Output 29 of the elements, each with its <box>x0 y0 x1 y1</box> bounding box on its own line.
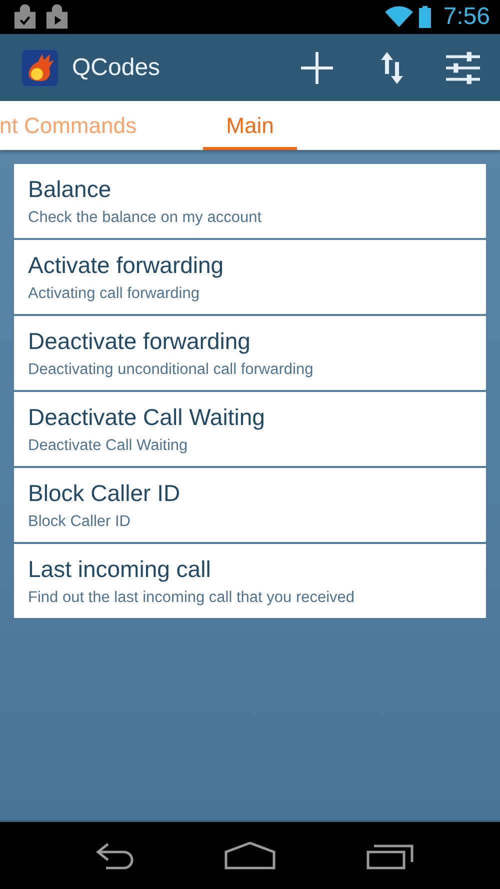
command-title: Deactivate Call Waiting <box>28 404 266 430</box>
command-title: Last incoming call <box>28 556 212 582</box>
play-store-icon <box>44 4 70 30</box>
command-description: Activating call forwarding <box>28 284 200 302</box>
command-item[interactable]: Last incoming call Find out the last incoming call that you received <box>14 544 486 618</box>
fireball-icon[interactable] <box>22 50 58 86</box>
command-description: Check the balance on my account <box>28 208 262 226</box>
app-title: QCodes <box>72 54 160 82</box>
sort-arrows-icon[interactable] <box>380 50 404 84</box>
clock-time: 7:56 <box>443 3 490 31</box>
command-description: Deactivating unconditional call forwarding <box>28 360 314 378</box>
wifi-icon <box>385 6 414 28</box>
command-item[interactable]: Deactivate Call Waiting Deactivate Call Waiting <box>14 392 486 466</box>
command-title: Deactivate forwarding <box>28 328 252 354</box>
shopping-bag-icon <box>12 4 38 30</box>
battery-icon <box>419 6 432 28</box>
command-title: Block Caller ID <box>28 480 182 506</box>
command-title: Activate forwarding <box>28 252 225 278</box>
add-icon[interactable] <box>300 50 334 84</box>
command-description: Deactivate Call Waiting <box>28 436 189 454</box>
command-title: Balance <box>28 176 112 202</box>
command-description: Block Caller ID <box>28 512 132 530</box>
command-item[interactable]: Balance Check the balance on my account <box>14 164 486 238</box>
command-item[interactable]: Block Caller ID Block Caller ID <box>14 468 486 542</box>
command-item[interactable]: Deactivate forwarding Deactivating unconditional call forwarding <box>14 316 486 390</box>
command-description: Find out the last incoming call that you received <box>28 588 356 606</box>
settings-sliders-icon[interactable] <box>446 50 480 84</box>
command-item[interactable]: Activate forwarding Activating call forwarding <box>14 240 486 314</box>
home-icon[interactable] <box>224 842 276 870</box>
